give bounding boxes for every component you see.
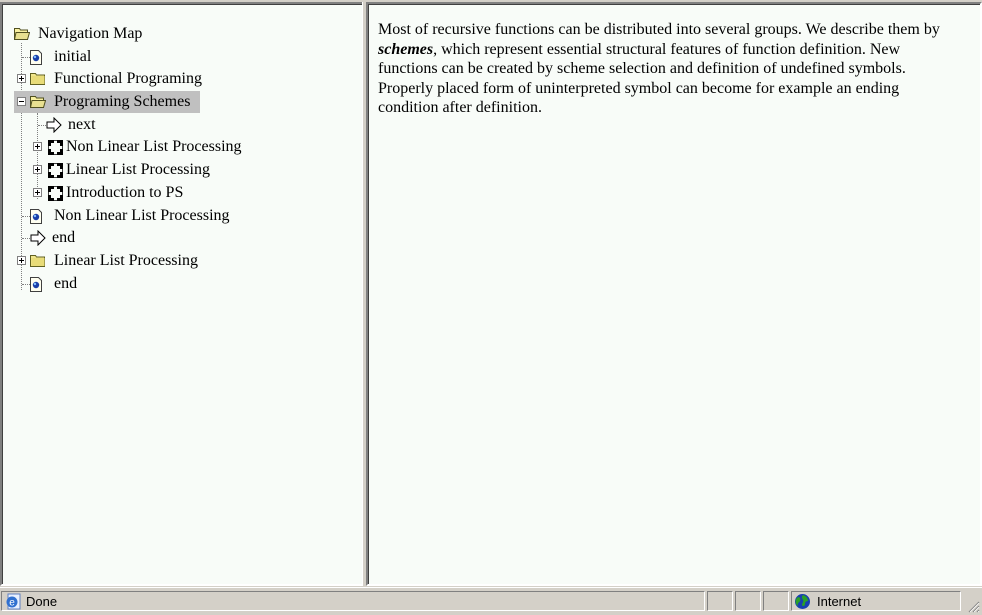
frame-icon [48, 163, 63, 179]
folder-open-icon [30, 96, 46, 109]
folder-open-icon [14, 28, 30, 40]
tree-item-label: Linear List Processing [54, 251, 198, 269]
expand-plus-icon[interactable] [33, 142, 42, 152]
document-icon [30, 208, 42, 224]
status-pane-main: e Done [1, 591, 705, 611]
content-frame: Most of recursive functions can be distr… [366, 2, 982, 586]
zone-text: Internet [817, 594, 862, 609]
status-pane [735, 591, 761, 611]
tree-connector [22, 215, 30, 217]
tree-connector [38, 124, 46, 126]
tree-item-label: initial [54, 47, 92, 65]
expand-plus-icon[interactable] [33, 187, 42, 197]
tree-connector [22, 283, 30, 285]
folder-closed-icon [30, 254, 45, 267]
globe-icon [795, 594, 810, 609]
content-emphasis: schemes [378, 40, 434, 58]
tree-item-label: end [52, 229, 76, 247]
tree-item-label: Non Linear List Processing [66, 138, 242, 156]
status-pane [763, 591, 789, 611]
status-bar: e Done Internet [0, 587, 982, 615]
content-text: Most of recursive functions can be distr… [378, 21, 940, 38]
expand-plus-icon[interactable] [17, 255, 26, 265]
document-icon [30, 49, 42, 65]
arrow-right-icon [46, 116, 62, 133]
svg-text:e: e [9, 598, 15, 609]
expand-plus-icon[interactable] [17, 74, 26, 84]
document-icon [30, 276, 42, 292]
folder-closed-icon [30, 73, 45, 86]
frame-icon [48, 140, 63, 156]
collapse-minus-icon[interactable] [17, 97, 26, 107]
navigation-frame: Navigation Map initial Functional Progra… [0, 2, 365, 586]
status-text: Done [26, 594, 58, 609]
tree-root-label: Navigation Map [38, 25, 143, 42]
tree-item-label: Introduction to PS [66, 183, 184, 201]
tree-item-label: next [68, 115, 96, 133]
tree-item-label: Linear List Processing [66, 161, 210, 179]
tree-connector [22, 56, 30, 58]
ie-page-icon: e [6, 593, 21, 610]
tree-guide-line [37, 113, 38, 199]
tree-connector [22, 238, 30, 240]
status-pane [707, 591, 733, 611]
status-pane-zone: Internet [791, 591, 961, 611]
content-text: , which represent essential structural f… [378, 40, 906, 117]
tree-item-label: Programing Schemes [52, 91, 193, 114]
frame-icon [48, 185, 63, 201]
tree-item-label: end [54, 274, 78, 292]
resize-grip-icon[interactable] [966, 599, 980, 613]
content-paragraph: Most of recursive functions can be distr… [378, 20, 950, 118]
tree-item-label: Non Linear List Processing [54, 206, 230, 224]
arrow-right-icon [30, 230, 46, 247]
expand-plus-icon[interactable] [33, 165, 42, 175]
tree-item-label: Functional Programing [54, 70, 202, 88]
